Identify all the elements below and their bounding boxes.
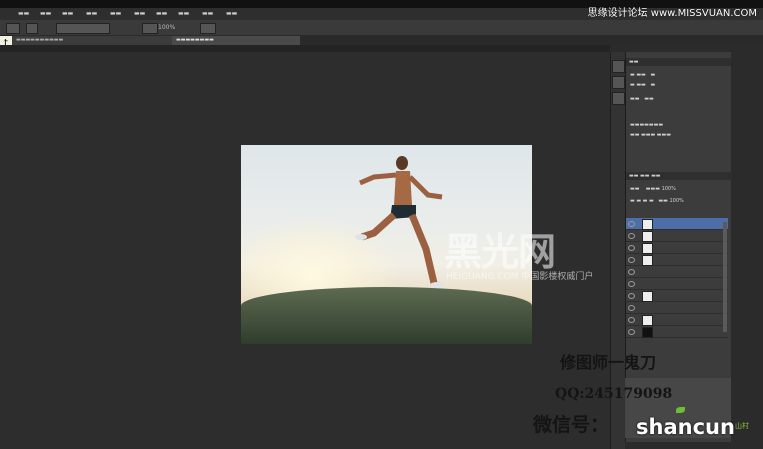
- document-tab-active[interactable]: ▬▬▬▬▬▬▬▬: [172, 36, 300, 45]
- shancun-watermark-sub: 山村: [735, 422, 749, 430]
- zoom-readout: 100%: [158, 24, 176, 31]
- menu-item[interactable]: ▬▬: [86, 8, 97, 20]
- credit-qq: QQ:245179098: [555, 386, 673, 402]
- layer-thumbnail: [642, 219, 653, 230]
- running-man: [355, 156, 444, 288]
- eye-icon[interactable]: [628, 221, 635, 227]
- menu-item[interactable]: ▬▬: [202, 8, 213, 20]
- eye-icon[interactable]: [628, 305, 635, 311]
- menu-item[interactable]: ▬▬: [156, 8, 167, 20]
- layer-thumbnail: [642, 243, 653, 254]
- layer-thumbnail: [642, 291, 653, 302]
- properties-icon[interactable]: [612, 76, 625, 89]
- menu-item[interactable]: ▬▬: [110, 8, 121, 20]
- properties-text: ▬ ▬▬ ▬: [630, 82, 656, 88]
- blend-mode: ▬▬ ▬▬▬ 100%: [630, 186, 676, 192]
- menu-item[interactable]: ▬▬: [62, 8, 73, 20]
- layer-thumbnail: [642, 315, 653, 326]
- layer-thumbnail: [642, 327, 653, 338]
- shancun-watermark: shancun: [636, 415, 735, 439]
- eye-icon[interactable]: [628, 269, 635, 275]
- leaf-icon: [676, 407, 685, 413]
- layer-row[interactable]: [626, 314, 728, 326]
- eye-icon[interactable]: [628, 317, 635, 323]
- menu-item[interactable]: ▬▬: [18, 8, 29, 20]
- properties-header: ▬▬: [626, 58, 732, 66]
- panel-gutter: [731, 52, 763, 449]
- layer-row[interactable]: [626, 230, 728, 242]
- flow-field[interactable]: [200, 23, 216, 34]
- layer-row[interactable]: [626, 278, 728, 290]
- layer-row[interactable]: [626, 242, 728, 254]
- eye-icon[interactable]: [628, 233, 635, 239]
- document-tabs: ▬▬▬▬▬▬▬▬▬▬ ▬▬▬▬▬▬▬▬: [12, 35, 763, 45]
- mode-select[interactable]: [56, 23, 110, 34]
- brush-picker[interactable]: [26, 23, 38, 34]
- heiguang-watermark-sub: HEIGUANG.COM 中国影楼权威门户: [446, 272, 594, 282]
- layer-row[interactable]: [626, 290, 728, 302]
- menu-item[interactable]: ▬▬: [178, 8, 189, 20]
- eye-icon[interactable]: [628, 281, 635, 287]
- properties-text: ▬▬▬▬▬▬▬: [630, 122, 664, 128]
- opacity-field[interactable]: [142, 23, 158, 34]
- menu-item[interactable]: ▬▬: [226, 8, 237, 20]
- lock-row: ▬ ▬ ▬ ▬ ▬▬ 100%: [630, 198, 684, 204]
- options-bar: 100%: [0, 20, 763, 36]
- menu-item[interactable]: ▬▬: [40, 8, 51, 20]
- properties-text: ▬ ▬▬ ▬: [630, 72, 656, 78]
- layers-scrollbar[interactable]: [723, 222, 727, 332]
- eye-icon[interactable]: [628, 257, 635, 263]
- layer-thumbnail: [642, 255, 653, 266]
- credit-wechat: 微信号：: [533, 414, 610, 436]
- eye-icon[interactable]: [628, 293, 635, 299]
- eye-icon[interactable]: [628, 245, 635, 251]
- credit-retoucher: 修图师一鬼刀: [560, 353, 657, 372]
- properties-text: ▬▬ ▬▬: [630, 96, 654, 102]
- layer-row[interactable]: [626, 254, 728, 266]
- menu-item[interactable]: ▬▬: [134, 8, 145, 20]
- tool-preset-picker[interactable]: [6, 23, 20, 34]
- layers-tab-header[interactable]: ▬▬ ▬▬ ▬▬: [626, 172, 732, 180]
- layer-thumbnail: [642, 231, 653, 242]
- history-icon[interactable]: [612, 60, 625, 73]
- eye-icon[interactable]: [628, 329, 635, 335]
- adjustments-icon[interactable]: [612, 92, 625, 105]
- layer-row[interactable]: [626, 302, 728, 314]
- layer-row[interactable]: [626, 326, 728, 338]
- layer-row[interactable]: [626, 218, 728, 230]
- site-watermark: 思缘设计论坛 www.MISSVUAN.COM: [587, 8, 757, 19]
- layer-row[interactable]: [626, 266, 728, 278]
- properties-text: ▬▬ ▬▬▬ ▬▬▬: [630, 132, 671, 138]
- heiguang-watermark: 黑光网: [444, 230, 556, 274]
- document-tab[interactable]: ▬▬▬▬▬▬▬▬▬▬: [12, 36, 175, 45]
